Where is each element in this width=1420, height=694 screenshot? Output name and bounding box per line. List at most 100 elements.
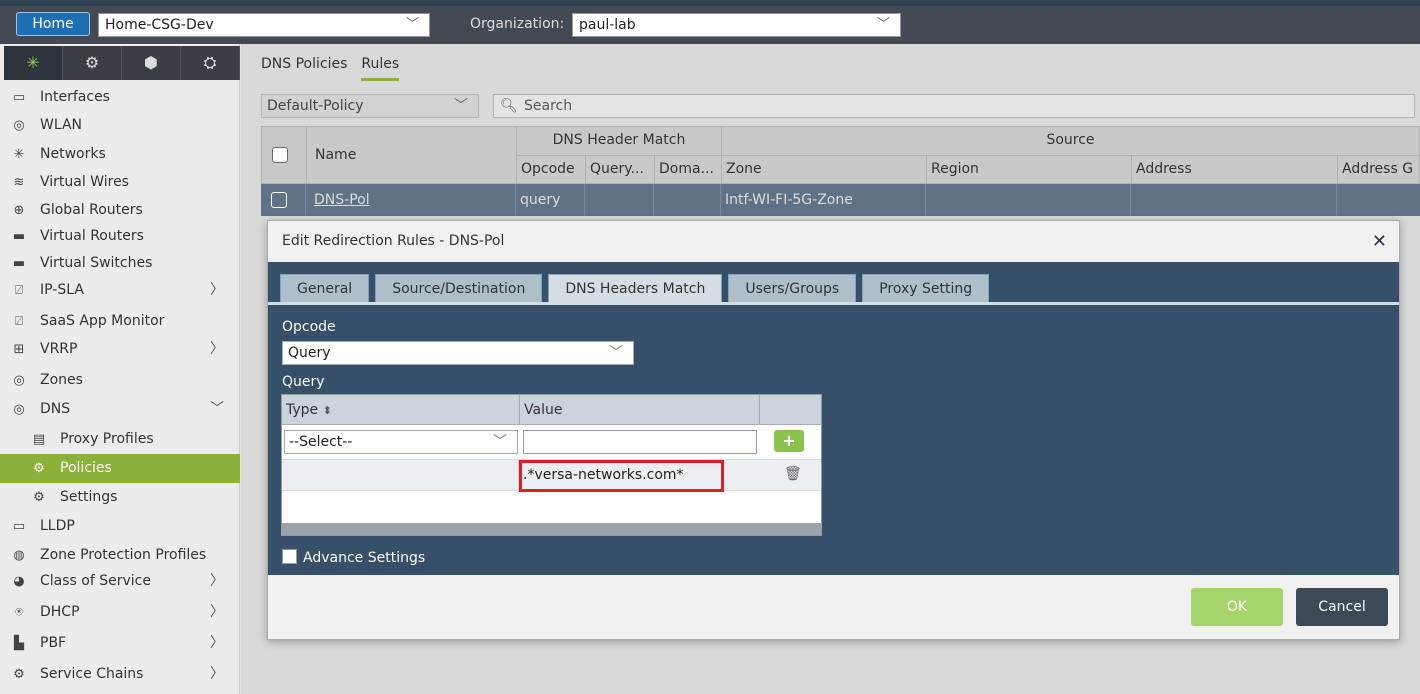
sidebar-item-saas-app-monitor[interactable]: ⍁ SaaS App Monitor bbox=[0, 308, 240, 335]
pulse-icon: ⍁ bbox=[15, 283, 23, 298]
table-row[interactable]: DNS-Pol query Intf-WI-FI-5G-Zone bbox=[261, 184, 1420, 216]
gear-icon[interactable]: ⚙ bbox=[63, 46, 122, 80]
policy-select[interactable]: Default-Policy ﹀ bbox=[261, 94, 479, 118]
col-header-zone[interactable]: Zone bbox=[721, 155, 927, 184]
col-header-query[interactable]: Query... bbox=[585, 155, 655, 184]
sidebar-item-service-chains[interactable]: ⚙ Service Chains 〉 bbox=[0, 661, 240, 688]
add-button[interactable]: + bbox=[774, 430, 804, 452]
col-header-opcode[interactable]: Opcode bbox=[516, 155, 586, 184]
sidebar-item-interfaces[interactable]: ▭ Interfaces bbox=[0, 84, 240, 111]
row-query bbox=[585, 184, 654, 216]
sidebar-item-dhcp[interactable]: ⍟ DHCP 〉 bbox=[0, 599, 240, 626]
sidebar-item-global-routers[interactable]: ⊕ Global Routers bbox=[0, 197, 240, 224]
advance-settings-checkbox[interactable] bbox=[282, 549, 297, 564]
row-zone: Intf-WI-FI-5G-Zone bbox=[721, 184, 926, 216]
cube-icon[interactable]: ⬢ bbox=[122, 46, 181, 80]
sidebar-item-label: WLAN bbox=[40, 117, 83, 133]
gears-icon: ⚙ bbox=[33, 490, 45, 505]
close-icon[interactable]: ✕ bbox=[1372, 221, 1387, 262]
advance-settings[interactable]: Advance Settings bbox=[282, 549, 425, 566]
sidebar-item-settings[interactable]: ⚙ Settings bbox=[0, 484, 240, 511]
sidebar-item-label: Virtual Routers bbox=[40, 228, 144, 244]
organization-select-value: paul-lab bbox=[579, 17, 636, 33]
horizontal-scrollbar[interactable] bbox=[282, 523, 821, 535]
chevron-down-icon: ﹀ bbox=[876, 17, 890, 32]
sidebar-item-label: Networks bbox=[40, 146, 106, 162]
sidebar-item-lldp[interactable]: ▭ LLDP bbox=[0, 513, 240, 540]
query-table: Type ⬍ Value --Select-- ﹀ + .*versa-netw… bbox=[281, 394, 822, 536]
tab-proxy-setting[interactable]: Proxy Setting bbox=[862, 274, 990, 302]
cancel-button[interactable]: Cancel bbox=[1296, 588, 1388, 626]
search-icon: 🔍︎ bbox=[500, 98, 518, 114]
search-placeholder: Search bbox=[524, 98, 573, 114]
sidebar-item-dns[interactable]: ◎ DNS ﹀ bbox=[0, 396, 240, 423]
sidebar-item-label: Proxy Profiles bbox=[60, 431, 154, 447]
sidebar-item-virtual-routers[interactable]: ▬ Virtual Routers bbox=[0, 223, 240, 250]
sidebar-item-class-of-service[interactable]: ◕ Class of Service 〉 bbox=[0, 568, 240, 595]
col-header-address-group[interactable]: Address G bbox=[1337, 155, 1420, 184]
sidebar-item-networks[interactable]: ✳ Networks bbox=[0, 141, 240, 168]
dialog-title: Edit Redirection Rules - DNS-Pol bbox=[282, 233, 505, 249]
shield-gear-icon[interactable]: ⛭ bbox=[181, 46, 240, 80]
chevron-down-icon: ﹀ bbox=[405, 17, 419, 32]
chevron-down-icon: ﹀ bbox=[493, 434, 507, 450]
sidebar-icon-tabs: ✳ ⚙ ⬢ ⛭ bbox=[4, 46, 240, 80]
sidebar-item-zones[interactable]: ◎ Zones bbox=[0, 367, 240, 394]
monitor-icon: ▭ bbox=[12, 519, 26, 534]
sidebar-item-policies[interactable]: ⚙ Policies bbox=[0, 454, 240, 483]
sidebar-item-wlan[interactable]: ◎ WLAN bbox=[0, 112, 240, 139]
sidebar-item-virtual-switches[interactable]: ▬ Virtual Switches bbox=[0, 250, 240, 277]
col-header-domain[interactable]: Doma... bbox=[654, 155, 722, 184]
row-checkbox[interactable] bbox=[271, 192, 287, 208]
search-input[interactable]: 🔍︎ Search bbox=[493, 94, 1415, 118]
sidebar-item-proxy-profiles[interactable]: ▤ Proxy Profiles bbox=[0, 426, 240, 453]
highlight-box bbox=[519, 460, 724, 492]
sidebar-item-label: Service Chains bbox=[40, 666, 144, 682]
chevron-right-icon: 〉 bbox=[210, 604, 224, 620]
sidebar-item-zone-protection-profiles[interactable]: ◍ Zone Protection Profiles bbox=[0, 542, 240, 569]
organization-label: Organization: bbox=[470, 16, 565, 32]
organization-select[interactable]: paul-lab ﹀ bbox=[572, 13, 901, 37]
appliance-select-value: Home-CSG-Dev bbox=[105, 17, 214, 33]
tab-general[interactable]: General bbox=[280, 274, 370, 302]
policy-select-value: Default-Policy bbox=[267, 98, 364, 114]
chevron-right-icon: 〉 bbox=[210, 666, 224, 682]
home-button[interactable]: Home bbox=[16, 12, 90, 36]
col-header-region[interactable]: Region bbox=[926, 155, 1132, 184]
value-input[interactable] bbox=[523, 430, 757, 454]
sidebar-item-vrrp[interactable]: ⊞ VRRP 〉 bbox=[0, 336, 240, 363]
appliance-select[interactable]: Home-CSG-Dev ﹀ bbox=[98, 13, 430, 37]
dialog-body: General Source/Destination DNS Headers M… bbox=[268, 262, 1399, 575]
group-header-source: Source bbox=[721, 126, 1420, 156]
wifi-icon: ◎ bbox=[13, 118, 25, 133]
tab-dns-headers-match[interactable]: DNS Headers Match bbox=[548, 274, 723, 302]
switch-icon: ▬ bbox=[12, 256, 26, 271]
col-header-address[interactable]: Address bbox=[1131, 155, 1338, 184]
col-header-type[interactable]: Type ⬍ bbox=[282, 395, 520, 425]
ok-button[interactable]: OK bbox=[1191, 588, 1283, 626]
sidebar-item-label: DNS bbox=[40, 401, 71, 417]
pbf-icon: ▙ bbox=[14, 636, 24, 651]
sidebar-item-ip-sla[interactable]: ⍁ IP-SLA 〉 bbox=[0, 277, 240, 304]
sidebar-item-label: DHCP bbox=[40, 604, 80, 620]
tab-source-destination[interactable]: Source/Destination bbox=[375, 274, 543, 302]
select-all-checkbox[interactable] bbox=[272, 147, 288, 163]
tab-divider bbox=[268, 302, 1399, 305]
fingerprint-icon: ◍ bbox=[13, 548, 25, 563]
dialog-footer: OK Cancel bbox=[268, 575, 1399, 639]
network-icon[interactable]: ✳ bbox=[4, 46, 63, 80]
sidebar-item-virtual-wires[interactable]: ≋ Virtual Wires bbox=[0, 169, 240, 196]
sidebar-item-label: SaaS App Monitor bbox=[40, 313, 165, 329]
tab-rules[interactable]: Rules bbox=[361, 56, 400, 81]
opcode-select[interactable]: Query ﹀ bbox=[282, 341, 634, 365]
tab-dns-policies[interactable]: DNS Policies bbox=[261, 56, 347, 72]
row-name-link[interactable]: DNS-Pol bbox=[306, 184, 516, 216]
type-select[interactable]: --Select-- ﹀ bbox=[284, 430, 518, 454]
trash-icon[interactable]: 🗑︎ bbox=[784, 466, 802, 482]
sidebar-item-label: Virtual Switches bbox=[40, 255, 153, 271]
col-header-type-label: Type bbox=[286, 402, 319, 418]
sidebar-item-pbf[interactable]: ▙ PBF 〉 bbox=[0, 630, 240, 657]
wifi-icon: ◎ bbox=[13, 402, 25, 417]
tab-users-groups[interactable]: Users/Groups bbox=[728, 274, 857, 302]
col-header-name[interactable]: Name bbox=[306, 126, 517, 184]
